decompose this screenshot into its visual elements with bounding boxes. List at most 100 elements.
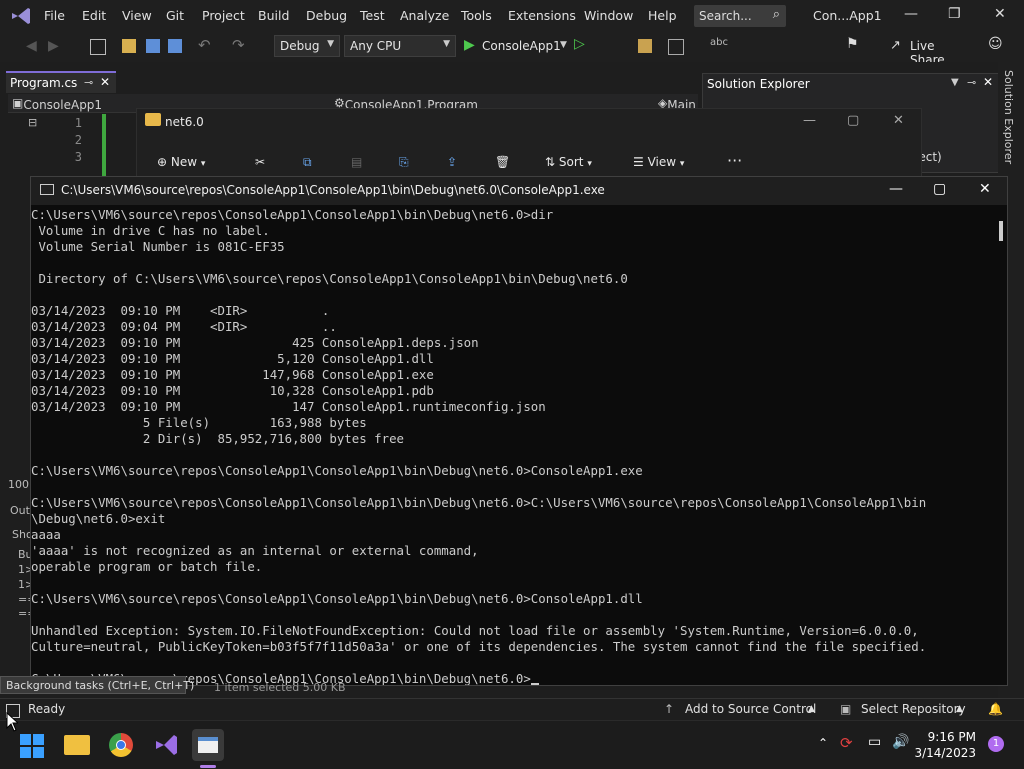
- output-tab-fragment[interactable]: Out: [10, 504, 30, 517]
- search-icon: ⌕: [772, 7, 780, 22]
- open-folder-icon[interactable]: [122, 39, 136, 53]
- pin-icon[interactable]: ⊸: [84, 76, 93, 89]
- back-nav-icon[interactable]: ◀: [26, 38, 37, 54]
- new-button[interactable]: ⊕ New ▾: [157, 155, 205, 169]
- chevron-up-icon: ▲: [808, 704, 815, 714]
- file-explorer-taskbar-icon[interactable]: [64, 735, 90, 755]
- sort-button[interactable]: ⇅ Sort ▾: [545, 155, 592, 169]
- background-tasks-tooltip: Background tasks (Ctrl+E, Ctrl+T): [0, 676, 194, 694]
- console-output[interactable]: C:\Users\VM6\source\repos\ConsoleApp1\Co…: [31, 207, 997, 685]
- zoom-level[interactable]: 100: [8, 478, 29, 491]
- chevron-down-icon[interactable]: ▼: [951, 77, 959, 88]
- copy-icon[interactable]: ⧉: [303, 155, 312, 170]
- plus-circle-icon: ⊕: [157, 155, 168, 169]
- visual-studio-logo-icon[interactable]: [10, 7, 32, 25]
- vs-status-bar: Ready ↑ Add to Source Control ▲ ▣ Select…: [0, 698, 1024, 721]
- folder-icon: [145, 113, 161, 126]
- console-line: 03/14/2023 09:10 PM 425 ConsoleApp1.deps…: [31, 335, 479, 350]
- console-scrollbar-thumb[interactable]: [999, 221, 1003, 241]
- console-titlebar[interactable]: C:\Users\VM6\source\repos\ConsoleApp1\Co…: [31, 177, 1007, 205]
- search-label: Search...: [699, 9, 752, 23]
- status-ready: Ready: [28, 702, 66, 716]
- view-button[interactable]: ☰ View ▾: [633, 155, 684, 169]
- close-icon[interactable]: ✕: [983, 75, 993, 89]
- mouse-cursor-icon: [6, 712, 18, 732]
- delete-icon[interactable]: 🗑: [495, 155, 510, 169]
- menu-debug[interactable]: Debug: [306, 8, 347, 23]
- redo-icon[interactable]: ↷: [232, 36, 245, 54]
- forward-nav-icon[interactable]: ▶: [48, 38, 59, 54]
- more-options-icon[interactable]: ···: [727, 151, 742, 170]
- chevron-up-icon[interactable]: ⌃: [818, 736, 828, 750]
- menu-build[interactable]: Build: [258, 8, 289, 23]
- console-line: \Debug\net6.0>exit: [31, 511, 166, 526]
- close-icon[interactable]: ✕: [994, 6, 1006, 22]
- console-line: C:\Users\VM6\source\repos\ConsoleApp1\Co…: [31, 207, 554, 222]
- live-share-button[interactable]: ↗ Live Share: [890, 38, 970, 67]
- save-icon[interactable]: [146, 39, 160, 53]
- close-icon[interactable]: ✕: [979, 181, 991, 197]
- share-icon: ↗: [890, 38, 901, 53]
- start-without-debug-icon[interactable]: ▷: [574, 36, 585, 52]
- notification-badge[interactable]: 1: [988, 736, 1004, 752]
- menu-git[interactable]: Git: [166, 8, 184, 23]
- layout-icon[interactable]: [668, 39, 684, 55]
- menu-help[interactable]: Help: [648, 8, 677, 23]
- maximize-icon[interactable]: ❐: [948, 6, 961, 22]
- platform-dropdown[interactable]: Any CPU ▼: [344, 35, 456, 57]
- share-icon[interactable]: ⇪: [447, 155, 457, 169]
- nav-project-dropdown[interactable]: ▣ ConsoleApp1: [12, 96, 102, 112]
- vs-toolbar: ◀ ▶ ↶ ↷ Debug ▼ Any CPU ▼ ▶ ConsoleApp1 …: [0, 32, 1024, 67]
- menu-extensions[interactable]: Extensions: [508, 8, 576, 23]
- minimize-icon[interactable]: —: [889, 181, 903, 197]
- configuration-dropdown[interactable]: Debug ▼: [274, 35, 340, 57]
- menu-view[interactable]: View: [122, 8, 152, 23]
- feedback-icon[interactable]: ☺: [988, 36, 1003, 52]
- tab-program-cs[interactable]: Program.cs ⊸ ✕: [6, 71, 116, 93]
- select-repository[interactable]: Select Repository: [861, 702, 966, 716]
- sync-icon[interactable]: ⟳: [840, 734, 853, 752]
- spell-check-icon[interactable]: abc: [710, 37, 728, 48]
- menu-tools[interactable]: Tools: [461, 8, 492, 23]
- outline-icon[interactable]: ⊟: [28, 116, 37, 129]
- console-window[interactable]: C:\Users\VM6\source\repos\ConsoleApp1\Co…: [30, 176, 1008, 686]
- visual-studio-taskbar-icon[interactable]: [154, 733, 178, 757]
- volume-icon[interactable]: 🔊: [892, 734, 909, 750]
- menu-file[interactable]: File: [44, 8, 65, 23]
- start-debug-button[interactable]: ▶ ConsoleApp1 ▼: [462, 37, 570, 57]
- console-line: Directory of C:\Users\VM6\source\repos\C…: [31, 271, 628, 286]
- vs-search-box[interactable]: Search... ⌕: [694, 5, 786, 27]
- network-icon[interactable]: ▭: [868, 734, 881, 750]
- close-icon[interactable]: ✕: [893, 113, 904, 128]
- menu-edit[interactable]: Edit: [82, 8, 106, 23]
- cut-icon[interactable]: ✂: [255, 155, 265, 169]
- chrome-taskbar-icon[interactable]: [109, 733, 133, 757]
- add-to-source-control[interactable]: Add to Source Control: [685, 702, 816, 716]
- menu-window[interactable]: Window: [584, 8, 633, 23]
- minimize-icon[interactable]: —: [904, 6, 918, 22]
- minimize-icon[interactable]: —: [803, 113, 816, 128]
- notification-bell-icon[interactable]: 🔔: [988, 702, 1003, 716]
- solution-explorer-vertical-tab[interactable]: Solution Explorer: [1002, 70, 1015, 164]
- maximize-icon[interactable]: ▢: [847, 113, 859, 128]
- pin-icon[interactable]: ⊸: [967, 76, 976, 89]
- tooltip-text: Background tasks (Ctrl+E, Ctrl+T): [6, 679, 195, 692]
- paste-icon[interactable]: ▤: [351, 155, 362, 169]
- terminal-taskbar-button[interactable]: [192, 729, 224, 768]
- windows-start-icon[interactable]: [20, 734, 44, 758]
- close-tab-icon[interactable]: ✕: [100, 75, 110, 89]
- chevron-down-icon: ▼: [443, 39, 450, 49]
- menu-analyze[interactable]: Analyze: [400, 8, 449, 23]
- bookmark-icon[interactable]: ⚑: [846, 36, 859, 52]
- maximize-icon[interactable]: ▢: [933, 181, 946, 197]
- menu-project[interactable]: Project: [202, 8, 245, 23]
- file-explorer-icon[interactable]: [638, 39, 652, 53]
- new-project-icon[interactable]: [90, 39, 106, 55]
- taskbar-clock[interactable]: 9:16 PM 3/14/2023: [914, 729, 976, 761]
- undo-icon[interactable]: ↶: [198, 36, 211, 54]
- menu-test[interactable]: Test: [360, 8, 385, 23]
- tab-label: Program.cs: [10, 76, 78, 90]
- save-all-icon[interactable]: [168, 39, 182, 53]
- rename-icon[interactable]: ⎘: [399, 155, 409, 170]
